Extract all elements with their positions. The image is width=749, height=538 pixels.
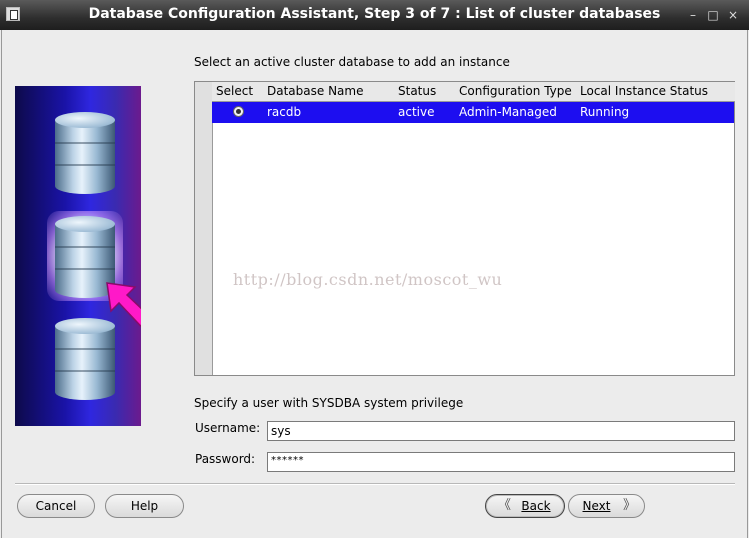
column-header-database-name[interactable]: Database Name [263, 82, 395, 102]
table-cell-configuration-type[interactable]: Admin-Managed [455, 102, 577, 123]
column-header-local-instance-status[interactable]: Local Instance Status [576, 82, 735, 102]
maximize-button[interactable]: □ [705, 7, 721, 23]
row-header-column [195, 82, 213, 375]
password-field[interactable]: ****** [267, 452, 735, 472]
back-button-label: Back [521, 499, 551, 513]
close-button[interactable]: × [725, 7, 741, 23]
column-header-select[interactable]: Select [212, 82, 264, 102]
next-button-label: Next [582, 499, 611, 513]
chevron-right-icon: 》 [623, 498, 637, 513]
database-cylinder-icon [55, 112, 115, 194]
username-label: Username: [195, 421, 261, 435]
title-bar: Database Configuration Assistant, Step 3… [0, 0, 749, 30]
table-cell-database-name[interactable]: racdb [263, 102, 395, 123]
next-button[interactable]: Next 》 [568, 494, 645, 518]
column-header-status[interactable]: Status [394, 82, 456, 102]
password-label: Password: [195, 452, 256, 466]
watermark-text: http://blog.csdn.net/moscot_wu [233, 270, 503, 289]
row-select-radio[interactable] [233, 106, 244, 117]
step-illustration [15, 86, 141, 426]
help-button[interactable]: Help [105, 494, 184, 518]
cluster-database-table: Select Database Name Status Configuratio… [194, 81, 735, 376]
username-field[interactable]: sys [267, 421, 735, 441]
column-header-configuration-type[interactable]: Configuration Type [455, 82, 577, 102]
window-title: Database Configuration Assistant, Step 3… [88, 6, 661, 22]
chevron-left-icon: 《 [498, 498, 512, 513]
table-cell-local-instance-status[interactable]: Running [576, 102, 734, 123]
cancel-button[interactable]: Cancel [17, 494, 95, 518]
pointer-arrow-icon [106, 282, 141, 328]
table-row-select-cell[interactable] [212, 102, 264, 123]
footer-separator [15, 483, 735, 485]
sysdba-prompt: Specify a user with SYSDBA system privil… [194, 396, 464, 410]
back-button[interactable]: 《 Back [485, 494, 565, 518]
instruction-text: Select an active cluster database to add… [194, 55, 510, 69]
table-cell-status[interactable]: active [394, 102, 456, 123]
minimize-button[interactable]: – [685, 7, 701, 23]
